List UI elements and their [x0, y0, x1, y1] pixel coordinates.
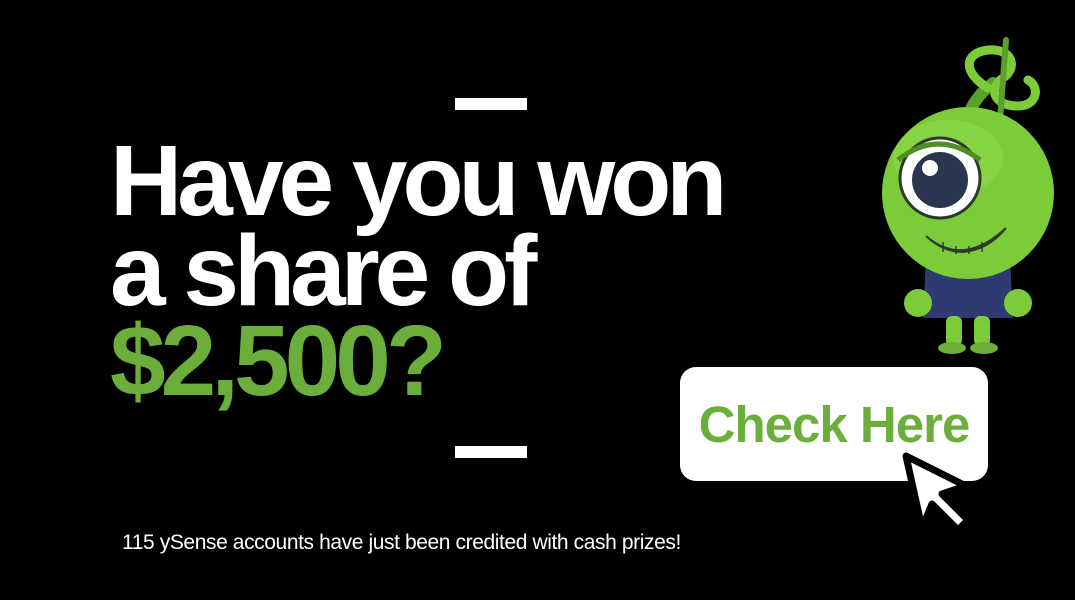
headline-line-1: Have you won	[110, 125, 727, 237]
bottom-divider	[455, 446, 527, 458]
mouse-pointer-icon	[902, 452, 972, 534]
ysense-alien-mascot-icon	[882, 37, 1054, 354]
caption-text: 115 ySense accounts have just been credi…	[122, 531, 681, 554]
top-divider	[455, 98, 527, 110]
headline: Have you won a share of $2,500?	[110, 125, 830, 411]
check-here-label: Check Here	[698, 395, 971, 453]
headline-line-2: a share of	[110, 215, 537, 327]
